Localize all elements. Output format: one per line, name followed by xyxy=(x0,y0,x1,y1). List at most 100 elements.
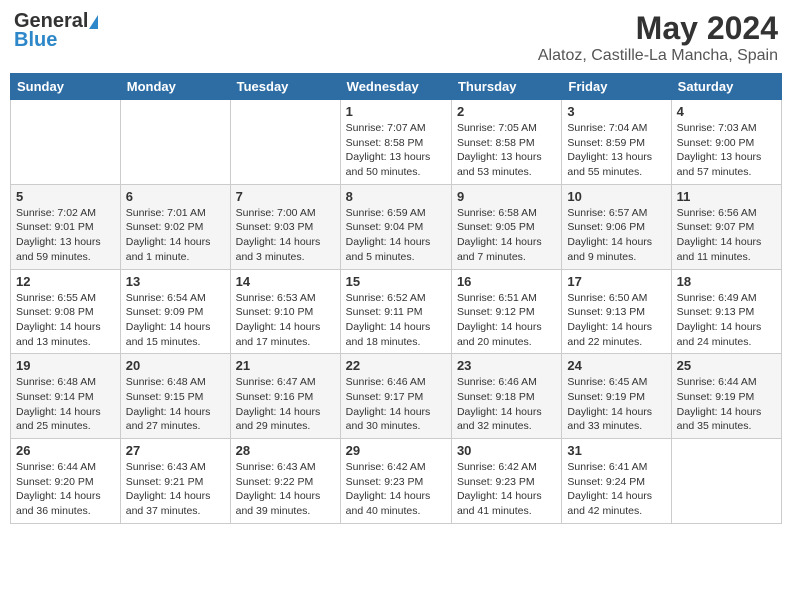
calendar-week-row: 26 Sunrise: 6:44 AMSunset: 9:20 PMDayligh… xyxy=(11,439,782,524)
calendar-cell: 20 Sunrise: 6:48 AMSunset: 9:15 PMDayligh… xyxy=(120,354,230,439)
calendar-cell: 23 Sunrise: 6:46 AMSunset: 9:18 PMDayligh… xyxy=(451,354,561,439)
day-info: Sunrise: 6:54 AMSunset: 9:09 PMDaylight:… xyxy=(126,291,225,350)
day-number: 9 xyxy=(457,189,556,204)
calendar-table: SundayMondayTuesdayWednesdayThursdayFrid… xyxy=(10,73,782,524)
day-number: 23 xyxy=(457,358,556,373)
calendar-cell xyxy=(671,439,781,524)
day-number: 11 xyxy=(677,189,776,204)
calendar-cell: 21 Sunrise: 6:47 AMSunset: 9:16 PMDayligh… xyxy=(230,354,340,439)
day-info: Sunrise: 6:48 AMSunset: 9:15 PMDaylight:… xyxy=(126,375,225,434)
day-info: Sunrise: 6:43 AMSunset: 9:22 PMDaylight:… xyxy=(236,460,335,519)
day-info: Sunrise: 7:02 AMSunset: 9:01 PMDaylight:… xyxy=(16,206,115,265)
day-number: 2 xyxy=(457,104,556,119)
day-info: Sunrise: 6:56 AMSunset: 9:07 PMDaylight:… xyxy=(677,206,776,265)
calendar-cell: 6Sunrise: 7:01 AMSunset: 9:02 PMDaylight… xyxy=(120,184,230,269)
weekday-header: Monday xyxy=(120,74,230,100)
calendar-cell: 9Sunrise: 6:58 AMSunset: 9:05 PMDaylight… xyxy=(451,184,561,269)
page-header: General Blue May 2024 Alatoz, Castille-L… xyxy=(10,10,782,65)
day-info: Sunrise: 7:04 AMSunset: 8:59 PMDaylight:… xyxy=(567,121,665,180)
day-number: 3 xyxy=(567,104,665,119)
calendar-cell: 3 Sunrise: 7:04 AMSunset: 8:59 PMDaylight… xyxy=(562,100,671,185)
calendar-cell: 27Sunrise: 6:43 AMSunset: 9:21 PMDayligh… xyxy=(120,439,230,524)
day-info: Sunrise: 6:53 AMSunset: 9:10 PMDaylight:… xyxy=(236,291,335,350)
day-info: Sunrise: 6:41 AMSunset: 9:24 PMDaylight:… xyxy=(567,460,665,519)
day-info: Sunrise: 7:07 AMSunset: 8:58 PMDaylight:… xyxy=(346,121,446,180)
calendar-cell: 7 Sunrise: 7:00 AMSunset: 9:03 PMDaylight… xyxy=(230,184,340,269)
day-number: 8 xyxy=(346,189,446,204)
day-info: Sunrise: 6:59 AMSunset: 9:04 PMDaylight:… xyxy=(346,206,446,265)
day-info: Sunrise: 6:43 AMSunset: 9:21 PMDaylight:… xyxy=(126,460,225,519)
day-info: Sunrise: 6:47 AMSunset: 9:16 PMDaylight:… xyxy=(236,375,335,434)
calendar-cell: 13Sunrise: 6:54 AMSunset: 9:09 PMDayligh… xyxy=(120,269,230,354)
day-info: Sunrise: 6:51 AMSunset: 9:12 PMDaylight:… xyxy=(457,291,556,350)
day-number: 5 xyxy=(16,189,115,204)
calendar-cell: 24Sunrise: 6:45 AMSunset: 9:19 PMDayligh… xyxy=(562,354,671,439)
weekday-header: Saturday xyxy=(671,74,781,100)
weekday-header: Wednesday xyxy=(340,74,451,100)
weekday-header: Tuesday xyxy=(230,74,340,100)
calendar-cell: 15Sunrise: 6:52 AMSunset: 9:11 PMDayligh… xyxy=(340,269,451,354)
calendar-cell: 5 Sunrise: 7:02 AMSunset: 9:01 PMDaylight… xyxy=(11,184,121,269)
day-info: Sunrise: 6:50 AMSunset: 9:13 PMDaylight:… xyxy=(567,291,665,350)
calendar-week-row: 19 Sunrise: 6:48 AMSunset: 9:14 PMDayligh… xyxy=(11,354,782,439)
calendar-cell xyxy=(230,100,340,185)
day-number: 12 xyxy=(16,274,115,289)
day-number: 21 xyxy=(236,358,335,373)
logo-blue: Blue xyxy=(14,29,57,52)
day-info: Sunrise: 6:42 AMSunset: 9:23 PMDaylight:… xyxy=(346,460,446,519)
day-info: Sunrise: 7:00 AMSunset: 9:03 PMDaylight:… xyxy=(236,206,335,265)
calendar-cell: 28 Sunrise: 6:43 AMSunset: 9:22 PMDayligh… xyxy=(230,439,340,524)
day-info: Sunrise: 7:03 AMSunset: 9:00 PMDaylight:… xyxy=(677,121,776,180)
day-info: Sunrise: 6:42 AMSunset: 9:23 PMDaylight:… xyxy=(457,460,556,519)
calendar-cell: 29 Sunrise: 6:42 AMSunset: 9:23 PMDayligh… xyxy=(340,439,451,524)
day-number: 22 xyxy=(346,358,446,373)
calendar-cell: 11 Sunrise: 6:56 AMSunset: 9:07 PMDayligh… xyxy=(671,184,781,269)
calendar-cell: 30 Sunrise: 6:42 AMSunset: 9:23 PMDayligh… xyxy=(451,439,561,524)
day-info: Sunrise: 6:55 AMSunset: 9:08 PMDaylight:… xyxy=(16,291,115,350)
day-number: 31 xyxy=(567,443,665,458)
calendar-cell: 25 Sunrise: 6:44 AMSunset: 9:19 PMDayligh… xyxy=(671,354,781,439)
day-number: 16 xyxy=(457,274,556,289)
calendar-cell: 16 Sunrise: 6:51 AMSunset: 9:12 PMDayligh… xyxy=(451,269,561,354)
calendar-cell: 8 Sunrise: 6:59 AMSunset: 9:04 PMDaylight… xyxy=(340,184,451,269)
calendar-cell: 14 Sunrise: 6:53 AMSunset: 9:10 PMDayligh… xyxy=(230,269,340,354)
day-number: 24 xyxy=(567,358,665,373)
month-title: May 2024 xyxy=(538,10,778,47)
day-number: 30 xyxy=(457,443,556,458)
day-number: 17 xyxy=(567,274,665,289)
day-number: 4 xyxy=(677,104,776,119)
calendar-week-row: 1Sunrise: 7:07 AMSunset: 8:58 PMDaylight… xyxy=(11,100,782,185)
day-info: Sunrise: 6:46 AMSunset: 9:17 PMDaylight:… xyxy=(346,375,446,434)
day-info: Sunrise: 6:44 AMSunset: 9:20 PMDaylight:… xyxy=(16,460,115,519)
day-number: 28 xyxy=(236,443,335,458)
calendar-week-row: 12 Sunrise: 6:55 AMSunset: 9:08 PMDayligh… xyxy=(11,269,782,354)
day-number: 26 xyxy=(16,443,115,458)
day-number: 29 xyxy=(346,443,446,458)
day-number: 10 xyxy=(567,189,665,204)
day-info: Sunrise: 6:48 AMSunset: 9:14 PMDaylight:… xyxy=(16,375,115,434)
day-info: Sunrise: 7:05 AMSunset: 8:58 PMDaylight:… xyxy=(457,121,556,180)
weekday-header: Sunday xyxy=(11,74,121,100)
day-info: Sunrise: 6:46 AMSunset: 9:18 PMDaylight:… xyxy=(457,375,556,434)
day-number: 20 xyxy=(126,358,225,373)
calendar-cell: 18Sunrise: 6:49 AMSunset: 9:13 PMDayligh… xyxy=(671,269,781,354)
day-info: Sunrise: 6:44 AMSunset: 9:19 PMDaylight:… xyxy=(677,375,776,434)
calendar-cell: 26 Sunrise: 6:44 AMSunset: 9:20 PMDayligh… xyxy=(11,439,121,524)
day-number: 14 xyxy=(236,274,335,289)
day-number: 15 xyxy=(346,274,446,289)
calendar-cell: 19 Sunrise: 6:48 AMSunset: 9:14 PMDayligh… xyxy=(11,354,121,439)
day-number: 7 xyxy=(236,189,335,204)
calendar-cell: 2 Sunrise: 7:05 AMSunset: 8:58 PMDaylight… xyxy=(451,100,561,185)
calendar-cell: 10 Sunrise: 6:57 AMSunset: 9:06 PMDayligh… xyxy=(562,184,671,269)
day-info: Sunrise: 6:49 AMSunset: 9:13 PMDaylight:… xyxy=(677,291,776,350)
location-title: Alatoz, Castille-La Mancha, Spain xyxy=(538,47,778,65)
day-info: Sunrise: 6:57 AMSunset: 9:06 PMDaylight:… xyxy=(567,206,665,265)
calendar-cell: 22 Sunrise: 6:46 AMSunset: 9:17 PMDayligh… xyxy=(340,354,451,439)
day-number: 6 xyxy=(126,189,225,204)
day-number: 19 xyxy=(16,358,115,373)
calendar-header-row: SundayMondayTuesdayWednesdayThursdayFrid… xyxy=(11,74,782,100)
logo: General Blue xyxy=(14,10,98,52)
calendar-cell: 1Sunrise: 7:07 AMSunset: 8:58 PMDaylight… xyxy=(340,100,451,185)
calendar-week-row: 5 Sunrise: 7:02 AMSunset: 9:01 PMDaylight… xyxy=(11,184,782,269)
day-number: 25 xyxy=(677,358,776,373)
